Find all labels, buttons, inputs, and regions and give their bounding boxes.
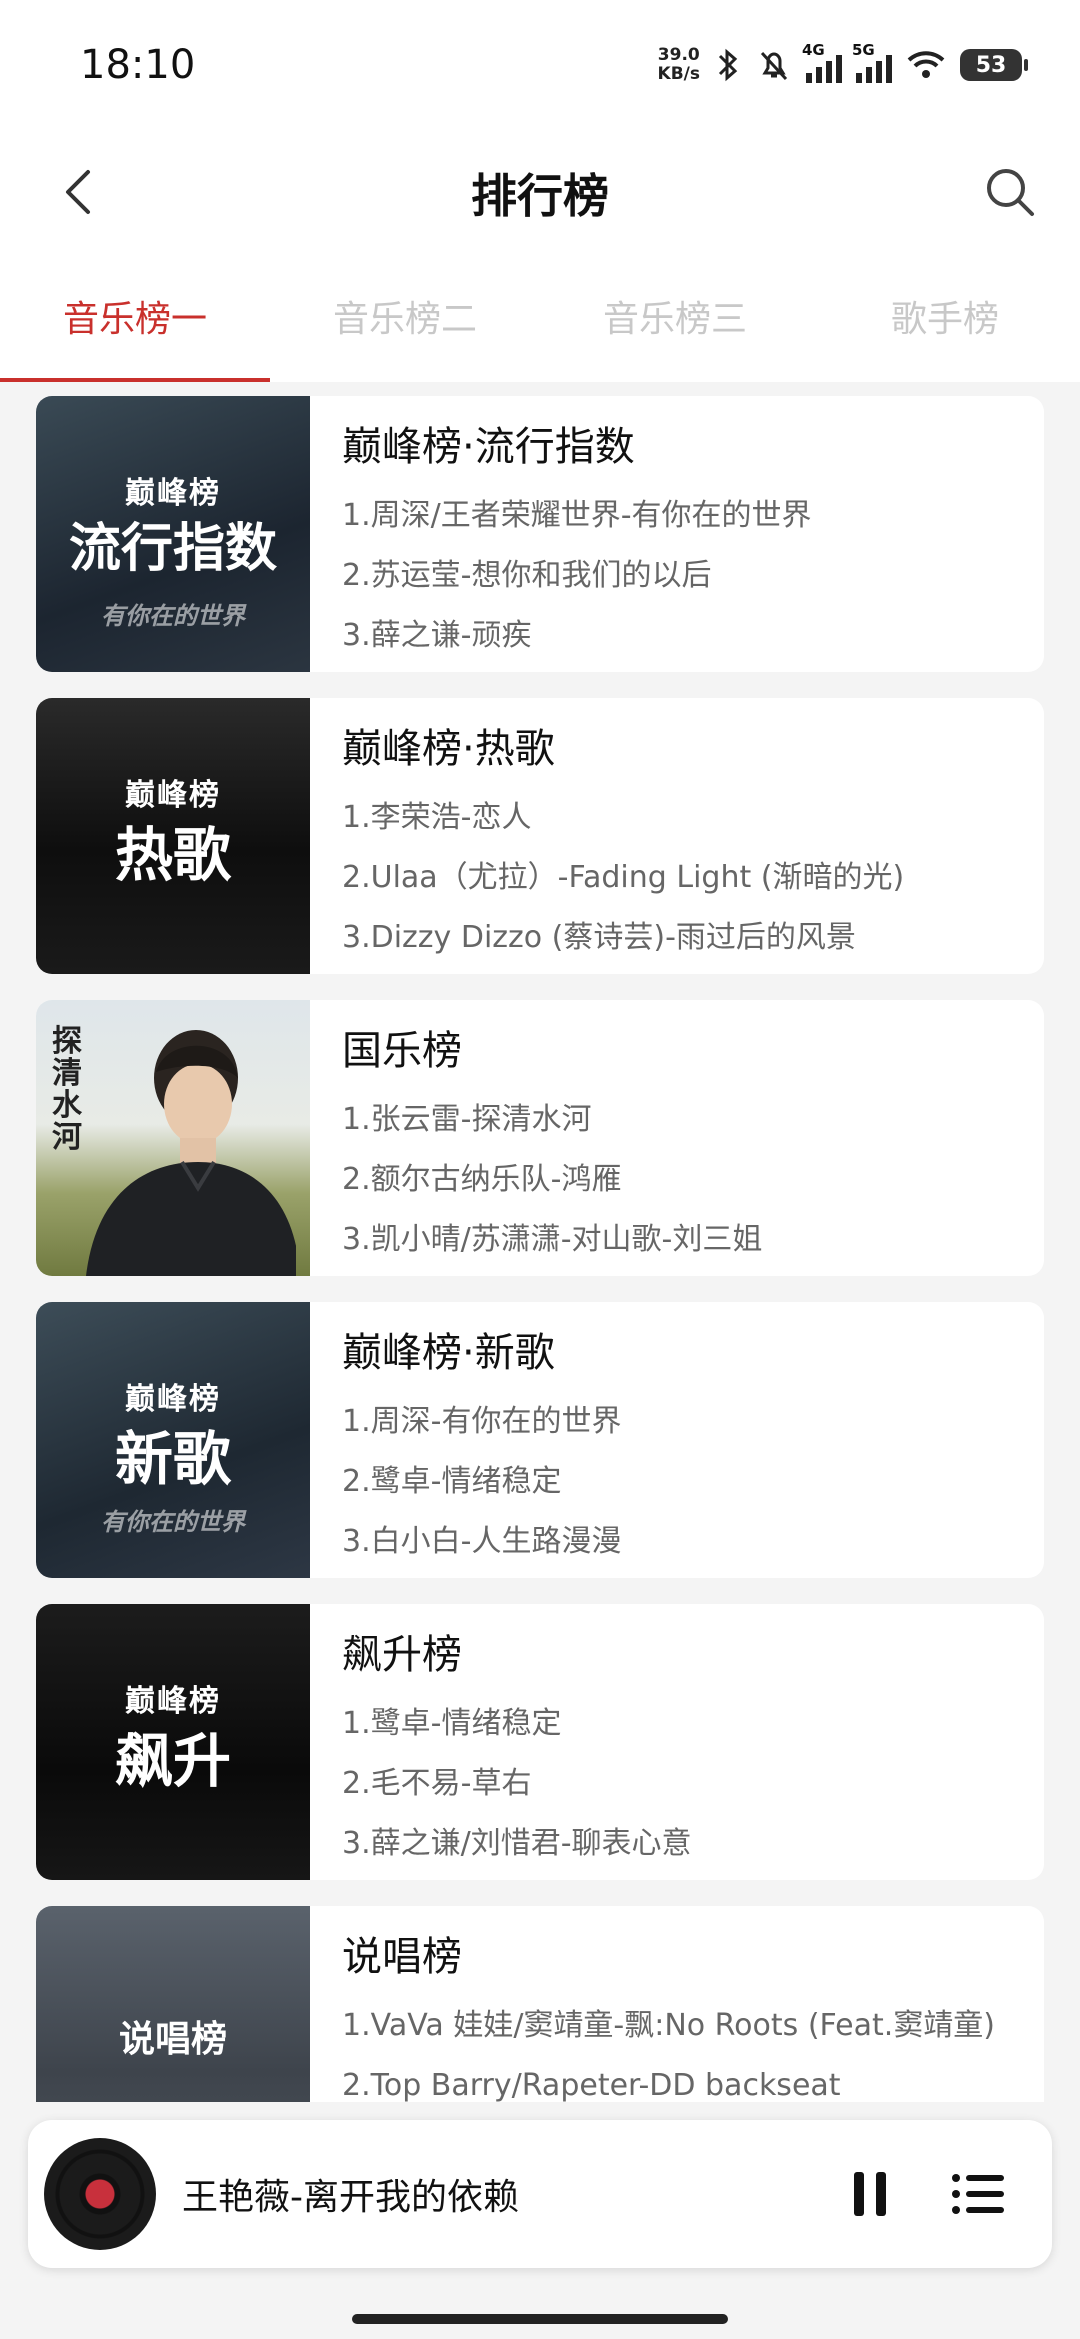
- status-time: 18:10: [80, 42, 196, 88]
- wifi-icon: [907, 51, 945, 78]
- song-item: 1.李荣浩-恋人: [342, 800, 532, 835]
- song-item: 3.薛之谦-顽疾: [342, 618, 532, 653]
- chart-list[interactable]: 巅峰榜 流行指数 有你在的世界 巅峰榜·流行指数 1.周深/王者荣耀世界-有你在…: [0, 382, 1080, 2102]
- song-item: 2.鹭卓-情绪稳定: [342, 1464, 562, 1499]
- song-item: 2.毛不易-草右: [342, 1766, 532, 1801]
- chart-info: 巅峰榜·流行指数 1.周深/王者荣耀世界-有你在的世界 2.苏运莹-想你和我们的…: [342, 414, 1024, 666]
- chart-tabs: 音乐榜一 音乐榜二 音乐榜三 歌手榜: [0, 260, 1080, 384]
- chart-card-hot[interactable]: 巅峰榜 热歌 巅峰榜·热歌 1.李荣浩-恋人 2.Ulaa（尤拉）-Fading…: [36, 698, 1044, 974]
- tab-singer-chart[interactable]: 歌手榜: [810, 290, 1080, 342]
- chart-card-rap[interactable]: 说唱榜 说唱榜 1.VaVa 娃娃/窦靖童-飘:No Roots (Feat.窦…: [36, 1906, 1044, 2102]
- cover-title: 说唱榜: [118, 2019, 227, 2060]
- chart-title: 国乐榜: [342, 1028, 462, 1074]
- battery-icon: 53: [960, 49, 1028, 81]
- song-item: 2.苏运莹-想你和我们的以后: [342, 558, 712, 593]
- network-speed-value: 39.0: [657, 45, 700, 65]
- song-item: 3.薛之谦/刘惜君-聊表心意: [342, 1826, 692, 1861]
- cover-title: 热歌: [114, 821, 231, 889]
- song-item: 3.白小白-人生路漫漫: [342, 1524, 622, 1559]
- chart-card-soaring[interactable]: 巅峰榜 飙升 飙升榜 1.鹭卓-情绪稳定 2.毛不易-草右 3.薛之谦/刘惜君-…: [36, 1604, 1044, 1880]
- page-title: 排行榜: [471, 169, 609, 223]
- chart-cover-guoyue: 探清水河: [36, 1000, 310, 1276]
- tab-music-chart-3[interactable]: 音乐榜三: [540, 290, 810, 342]
- playlist-icon[interactable]: [948, 2164, 1008, 2224]
- chart-cover-hot: 巅峰榜 热歌: [36, 698, 310, 974]
- song-item: 3.凯小晴/苏潇潇-对山歌-刘三姐: [342, 1222, 763, 1257]
- chart-info: 飙升榜 1.鹭卓-情绪稳定 2.毛不易-草右 3.薛之谦/刘惜君-聊表心意: [342, 1622, 1024, 1874]
- signal-4g-label: 4G: [802, 41, 825, 59]
- chart-cover-new: 巅峰榜 新歌 有你在的世界: [36, 1302, 310, 1578]
- chart-info: 巅峰榜·热歌 1.李荣浩-恋人 2.Ulaa（尤拉）-Fading Light …: [342, 716, 1024, 968]
- home-indicator[interactable]: [352, 2314, 728, 2324]
- chart-card-new[interactable]: 巅峰榜 新歌 有你在的世界 巅峰榜·新歌 1.周深-有你在的世界 2.鹭卓-情绪…: [36, 1302, 1044, 1578]
- chart-cover-rap: 说唱榜: [36, 1906, 310, 2102]
- song-item: 1.周深/王者荣耀世界-有你在的世界: [342, 498, 812, 533]
- song-item: 2.Ulaa（尤拉）-Fading Light (渐暗的光): [342, 860, 905, 895]
- mute-bell-icon: [760, 51, 788, 81]
- signal-5g-label: 5G: [852, 41, 875, 59]
- chart-title: 巅峰榜·热歌: [342, 726, 555, 772]
- search-icon[interactable]: [980, 162, 1040, 222]
- mini-player[interactable]: 王艳薇-离开我的依赖: [28, 2120, 1052, 2268]
- tab-music-chart-1[interactable]: 音乐榜一: [0, 290, 270, 342]
- song-item: 2.额尔古纳乐队-鸿雁: [342, 1162, 622, 1197]
- chart-title: 巅峰榜·流行指数: [342, 424, 635, 470]
- bluetooth-icon: [718, 48, 738, 82]
- song-item: 2.Top Barry/Rapeter-DD backseat: [342, 2068, 841, 2102]
- song-item: 1.鹭卓-情绪稳定: [342, 1706, 562, 1741]
- song-item: 1.周深-有你在的世界: [342, 1404, 622, 1439]
- signal-5g-icon: 5G: [852, 41, 892, 83]
- song-item: 1.张云雷-探清水河: [342, 1102, 592, 1137]
- chart-cover-soaring: 巅峰榜 飙升: [36, 1604, 310, 1880]
- chart-title: 说唱榜: [342, 1934, 462, 1980]
- song-item: 1.VaVa 娃娃/窦靖童-飘:No Roots (Feat.窦靖童): [342, 2008, 995, 2043]
- chart-title: 巅峰榜·新歌: [342, 1330, 555, 1376]
- now-playing-title[interactable]: 王艳薇-离开我的依赖: [182, 2168, 519, 2220]
- pause-icon[interactable]: [840, 2164, 900, 2224]
- network-speed: 39.0 KB/s: [658, 46, 700, 84]
- cover-title: 流行指数: [68, 519, 277, 579]
- cover-subtitle: 有你在的世界: [101, 602, 245, 630]
- cover-title: 飙升: [114, 1727, 231, 1795]
- chart-info: 国乐榜 1.张云雷-探清水河 2.额尔古纳乐队-鸿雁 3.凯小晴/苏潇潇-对山歌…: [342, 1018, 1024, 1270]
- network-speed-unit: KB/s: [657, 64, 700, 84]
- chart-info: 说唱榜 1.VaVa 娃娃/窦靖童-飘:No Roots (Feat.窦靖童) …: [342, 1924, 1024, 2102]
- chart-info: 巅峰榜·新歌 1.周深-有你在的世界 2.鹭卓-情绪稳定 3.白小白-人生路漫漫: [342, 1320, 1024, 1572]
- header: 排行榜: [0, 130, 1080, 260]
- singer-photo: [86, 1030, 296, 1276]
- chart-card-popularity[interactable]: 巅峰榜 流行指数 有你在的世界 巅峰榜·流行指数 1.周深/王者荣耀世界-有你在…: [36, 396, 1044, 672]
- song-item: 3.Dizzy Dizzo (蔡诗芸)-雨过后的风景: [342, 920, 856, 955]
- status-bar: 18:10 39.0 KB/s 4G 5G 53: [0, 0, 1080, 130]
- cover-title: 新歌: [114, 1425, 231, 1493]
- signal-4g-icon: 4G: [802, 41, 842, 83]
- cover-subtitle: 有你在的世界: [101, 1508, 245, 1536]
- chart-card-guoyue[interactable]: 探清水河 国乐榜 1.张云雷-探清水河 2.额尔古纳乐队-鸿雁 3.凯小晴/苏潇…: [36, 1000, 1044, 1276]
- tab-music-chart-2[interactable]: 音乐榜二: [270, 290, 540, 342]
- chart-cover-popularity: 巅峰榜 流行指数 有你在的世界: [36, 396, 310, 672]
- album-disc-icon[interactable]: [44, 2138, 156, 2250]
- status-icons: 39.0 KB/s 4G 5G 53: [658, 40, 1028, 90]
- chart-title: 飙升榜: [342, 1632, 462, 1678]
